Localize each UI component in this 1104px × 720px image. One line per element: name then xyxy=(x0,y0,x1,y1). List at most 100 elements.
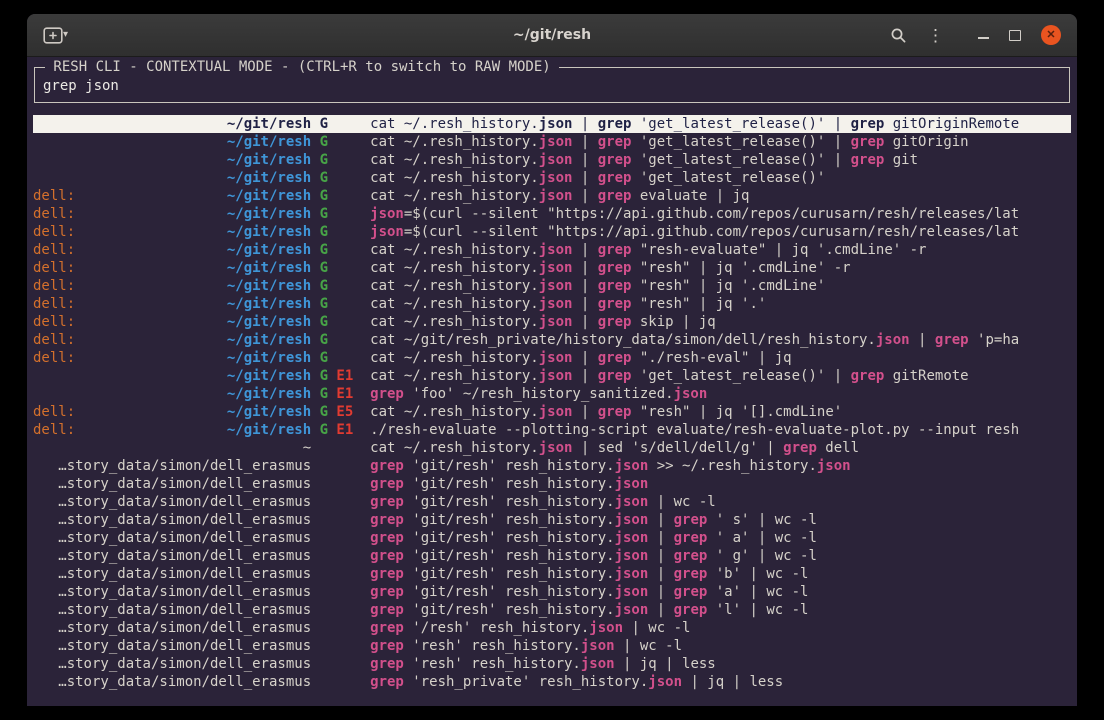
match-highlight: grep xyxy=(598,134,632,150)
history-row[interactable]: dell:~/git/reshGcat ~/.resh_history.json… xyxy=(33,349,1071,367)
match-highlight: grep xyxy=(674,512,708,528)
command-text: grep 'git/resh' resh_history.json xyxy=(370,475,648,493)
command-text: json=$(curl --silent "https://api.github… xyxy=(370,223,1019,241)
git-flag: G xyxy=(320,205,328,223)
history-row[interactable]: dell:~/git/reshGjson=$(curl --silent "ht… xyxy=(33,205,1071,223)
history-row[interactable]: ~/git/reshGcat ~/.resh_history.json | gr… xyxy=(33,169,1071,187)
command-segment: "./resh-eval" | jq xyxy=(631,350,791,366)
history-row[interactable]: …story_data/simon/dell_erasmusgrep '/res… xyxy=(33,619,1071,637)
command-segment: gitOrigin xyxy=(884,134,968,150)
history-row[interactable]: …story_data/simon/dell_erasmusgrep 'resh… xyxy=(33,655,1071,673)
command-segment: | xyxy=(572,242,597,258)
history-row[interactable]: ~/git/reshGcat ~/.resh_history.json | gr… xyxy=(33,133,1071,151)
match-highlight: json xyxy=(539,152,573,168)
history-row[interactable]: dell:~/git/reshGcat ~/.resh_history.json… xyxy=(33,241,1071,259)
directory-label: …story_data/simon/dell_erasmus xyxy=(33,511,311,529)
match-highlight: json xyxy=(817,458,851,474)
command-segment: | xyxy=(572,134,597,150)
match-highlight: grep xyxy=(370,458,404,474)
match-highlight: json xyxy=(615,530,649,546)
command-text: grep 'git/resh' resh_history.json | grep… xyxy=(370,511,817,529)
history-row[interactable]: …story_data/simon/dell_erasmusgrep 'git/… xyxy=(33,529,1071,547)
git-flag: G xyxy=(320,331,328,349)
command-text: cat ~/.resh_history.json | grep 'get_lat… xyxy=(370,169,825,187)
history-row[interactable]: …story_data/simon/dell_erasmus grep 'git/… xyxy=(33,475,1071,493)
history-row[interactable]: dell:~/git/reshGcat ~/.resh_history.json… xyxy=(33,259,1071,277)
history-row[interactable]: …story_data/simon/dell_erasmusgrep 'git/… xyxy=(33,565,1071,583)
history-row[interactable]: ~/git/reshGE1cat ~/.resh_history.json | … xyxy=(33,367,1071,385)
command-segment: 'l' | wc -l xyxy=(707,602,808,618)
command-segment: cat ~/.resh_history. xyxy=(370,152,539,168)
match-highlight: json xyxy=(615,512,649,528)
command-segment: "resh-evaluate" | jq '.cmdLine' -r xyxy=(631,242,926,258)
history-row[interactable]: ~/git/reshGcat ~/.resh_history.json | gr… xyxy=(33,115,1071,133)
command-text: grep 'foo' ~/resh_history_sanitized.json xyxy=(370,385,707,403)
match-highlight: grep xyxy=(370,494,404,510)
menu-button[interactable]: ⋮ xyxy=(927,27,944,44)
history-row[interactable]: …story_data/simon/dell_erasmusgrep 'resh… xyxy=(33,673,1071,691)
command-text: cat ~/.resh_history.json | grep "resh" |… xyxy=(370,403,842,421)
command-text: grep '/resh' resh_history.json | wc -l xyxy=(370,619,690,637)
history-row[interactable]: dell:~/git/reshGcat ~/git/resh_private/h… xyxy=(33,331,1071,349)
match-highlight: grep xyxy=(370,548,404,564)
directory-label: …story_data/simon/dell_erasmus xyxy=(33,601,311,619)
history-row[interactable]: ~/git/reshGE1grep 'foo' ~/resh_history_s… xyxy=(33,385,1071,403)
match-highlight: grep xyxy=(598,296,632,312)
history-row[interactable]: dell:~/git/reshGjson=$(curl --silent "ht… xyxy=(33,223,1071,241)
match-highlight: grep xyxy=(370,512,404,528)
command-segment: 'git/resh' resh_history. xyxy=(404,584,615,600)
history-row[interactable]: dell:~/git/reshGE1./resh-evaluate --plot… xyxy=(33,421,1071,439)
git-flag: G xyxy=(320,367,328,385)
git-flag: G xyxy=(320,313,328,331)
directory-label: …story_data/simon/dell_erasmus xyxy=(33,475,311,493)
history-row[interactable]: dell:~/git/reshGcat ~/.resh_history.json… xyxy=(33,187,1071,205)
history-row[interactable]: …story_data/simon/dell_erasmusgrep 'git/… xyxy=(33,457,1071,475)
exit-status-flag: E5 xyxy=(336,403,353,421)
directory-label: ~ xyxy=(33,439,311,457)
directory-label: ~/git/resh xyxy=(33,133,311,151)
directory-label: ~/git/resh xyxy=(33,223,311,241)
history-row[interactable]: …story_data/simon/dell_erasmus grep 'git/… xyxy=(33,511,1071,529)
history-row[interactable]: ~/git/reshGcat ~/.resh_history.json | gr… xyxy=(33,151,1071,169)
match-highlight: grep xyxy=(598,368,632,384)
history-row[interactable]: dell:~/git/reshGcat ~/.resh_history.json… xyxy=(33,277,1071,295)
command-text: cat ~/git/resh_private/history_data/simo… xyxy=(370,331,1019,349)
command-segment: 'p=ha xyxy=(969,332,1020,348)
history-row[interactable]: ~cat ~/.resh_history.json | sed 's/dell/… xyxy=(33,439,1071,457)
titlebar: ▾ ~/git/resh ⋮ ✕ xyxy=(27,14,1077,57)
new-tab-button[interactable]: ▾ xyxy=(43,27,68,44)
directory-label: …story_data/simon/dell_erasmus xyxy=(33,547,311,565)
command-segment: | xyxy=(648,602,673,618)
match-highlight: grep xyxy=(674,566,708,582)
command-text: ./resh-evaluate --plotting-script evalua… xyxy=(370,421,1019,439)
search-button[interactable] xyxy=(890,27,907,44)
minimize-button[interactable] xyxy=(978,32,989,39)
restore-button[interactable] xyxy=(1009,30,1021,41)
history-row[interactable]: …story_data/simon/dell_erasmusgrep 'git/… xyxy=(33,493,1071,511)
match-highlight: json xyxy=(370,224,404,240)
history-row[interactable]: …story_data/simon/dell_erasmusgrep 'git/… xyxy=(33,583,1071,601)
command-segment: git xyxy=(884,152,918,168)
command-segment: 'resh' resh_history. xyxy=(404,638,581,654)
history-row[interactable]: dell:~/git/reshGE5cat ~/.resh_history.js… xyxy=(33,403,1071,421)
match-highlight: grep xyxy=(674,602,708,618)
history-row[interactable]: …story_data/simon/dell_erasmusgrep 'git/… xyxy=(33,547,1071,565)
command-segment: | xyxy=(648,566,673,582)
history-row[interactable]: dell:~/git/reshGcat ~/.resh_history.json… xyxy=(33,313,1071,331)
history-row[interactable]: …story_data/simon/dell_erasmusgrep 'resh… xyxy=(33,637,1071,655)
command-segment: | xyxy=(572,152,597,168)
search-query-input[interactable]: grep json xyxy=(43,77,1061,95)
command-segment: "resh" | jq '.' xyxy=(631,296,766,312)
match-highlight: json xyxy=(539,170,573,186)
history-row[interactable]: …story_data/simon/dell_erasmusgrep 'git/… xyxy=(33,601,1071,619)
command-segment: "resh" | jq '.cmdLine' -r xyxy=(631,260,850,276)
close-button[interactable]: ✕ xyxy=(1041,25,1061,45)
match-highlight: grep xyxy=(370,476,404,492)
match-highlight: json xyxy=(539,314,573,330)
directory-label: …story_data/simon/dell_erasmus xyxy=(33,583,311,601)
command-segment: | xyxy=(572,278,597,294)
history-row[interactable]: dell:~/git/reshGcat ~/.resh_history.json… xyxy=(33,295,1071,313)
command-text: cat ~/.resh_history.json | grep 'get_lat… xyxy=(370,367,968,385)
command-segment: cat ~/.resh_history. xyxy=(370,242,539,258)
command-segment: gitRemote xyxy=(884,368,968,384)
